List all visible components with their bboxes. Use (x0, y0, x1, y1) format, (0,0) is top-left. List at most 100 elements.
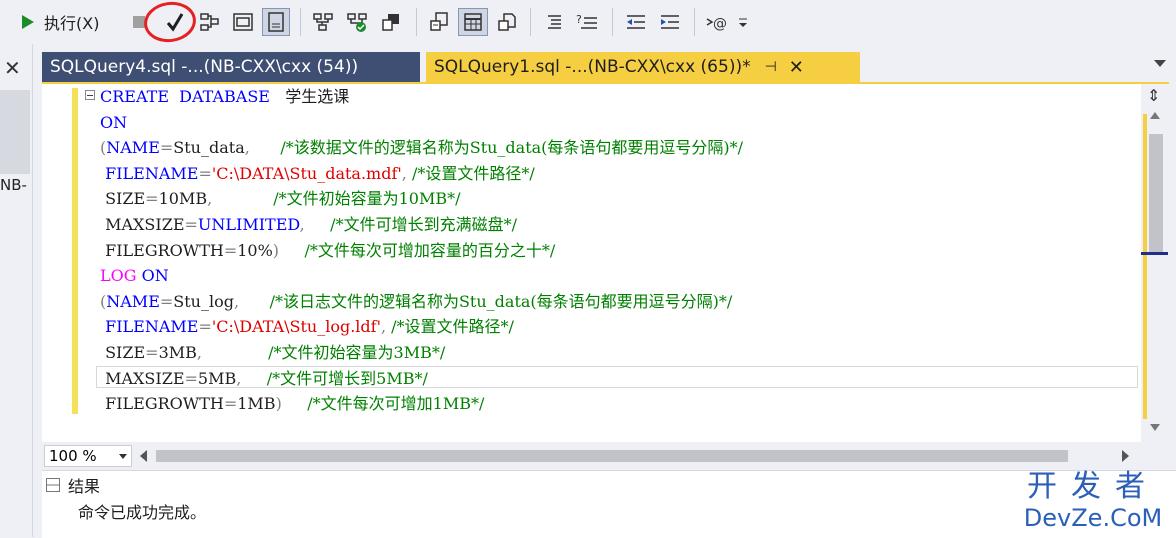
code-token: /*文件每次可增加容量的百分之十*/ (279, 240, 556, 260)
code-token: FILENAME (100, 163, 199, 183)
uncomment-button[interactable]: ? (574, 8, 600, 36)
scroll-down-icon[interactable] (1150, 424, 1160, 431)
code-line[interactable]: SIZE=10MB, /*文件初始容量为10MB*/ (100, 186, 743, 212)
zoom-select[interactable]: 100 % (44, 445, 132, 467)
code-line[interactable]: CREATE DATABASE 学生选课 (100, 84, 743, 110)
pin-icon[interactable]: ⊣ (765, 59, 777, 75)
close-icon[interactable]: ✕ (4, 56, 21, 80)
tab-label: SQLQuery4.sql -...(NB-CXX\cxx (54)) (50, 57, 359, 77)
tab-list-dropdown-icon[interactable] (1154, 60, 1166, 67)
uncomment-icon: ? (576, 13, 597, 29)
tab-sqlquery4[interactable]: SQLQuery4.sql -...(NB-CXX\cxx (54)) (42, 52, 420, 82)
specify-values-icon: @ (706, 16, 727, 32)
code-token: ON (141, 266, 169, 286)
editor-vertical-scrollbar[interactable]: ⇕ (1141, 84, 1168, 442)
tab-label: SQLQuery1.sql -...(NB-CXX\cxx (65))* (434, 57, 751, 77)
results-to-grid-icon (464, 13, 482, 31)
increase-indent-button[interactable] (656, 8, 684, 36)
live-stats-icon (347, 13, 367, 32)
code-line[interactable]: FILENAME='C:\DATA\Stu_data.mdf', /*设置文件路… (100, 161, 743, 187)
play-icon (22, 15, 34, 29)
code-token: /*文件可增长到5MB*/ (241, 368, 428, 388)
code-token: SIZE (100, 189, 146, 209)
code-token: = (159, 291, 174, 311)
decrease-indent-button[interactable] (622, 8, 650, 36)
results-tab[interactable]: 结果 (46, 473, 100, 497)
split-window-icon[interactable]: ⇕ (1147, 86, 1160, 105)
change-tracking-margin (70, 84, 80, 414)
scroll-right-icon[interactable] (1122, 450, 1129, 462)
code-token: 学生选课 (269, 87, 350, 106)
code-line[interactable]: FILEGROWTH=10%) /*文件每次可增加容量的百分之十*/ (100, 238, 743, 264)
watermark-line2: DevZe.CoM (1023, 504, 1163, 532)
code-token: ON (100, 112, 128, 132)
vertical-scroll-thumb[interactable] (1149, 134, 1163, 254)
live-query-statistics-button[interactable] (344, 8, 370, 36)
code-token: MAXSIZE (100, 368, 185, 388)
code-line[interactable]: (NAME=Stu_log, /*该日志文件的逻辑名称为Stu_data(每条语… (100, 289, 743, 315)
code-token: 10MB (158, 189, 208, 209)
results-grid-icon (46, 478, 60, 492)
chevron-down-icon (119, 454, 127, 459)
results-to-grid-button[interactable] (262, 8, 290, 36)
scroll-up-icon[interactable] (1150, 112, 1160, 119)
code-token: SIZE (100, 342, 146, 362)
display-plan-icon (200, 13, 219, 31)
code-line[interactable]: (NAME=Stu_data, /*该数据文件的逻辑名称为Stu_data(每条… (100, 135, 743, 161)
server-node-label[interactable]: NB- (0, 176, 27, 194)
collapse-outline-icon[interactable] (85, 90, 95, 100)
code-token: FILEGROWTH (100, 394, 224, 414)
scroll-left-icon[interactable] (140, 450, 147, 462)
code-token: NAME (106, 291, 160, 311)
comment-out-button[interactable] (540, 8, 566, 36)
sql-editor-toolbar: 执行(X) ? @ (0, 0, 1176, 46)
sql-code[interactable]: CREATE DATABASE 学生选课 ON (NAME=Stu_data, /*… (100, 84, 743, 417)
code-token: /*该日志文件的逻辑名称为Stu_data(每条语句都要用逗号分隔)*/ (239, 291, 733, 311)
change-overview-bar (1143, 114, 1147, 419)
object-explorer-selection (0, 90, 30, 174)
code-token: NAME (106, 138, 160, 158)
results-pane: 结果 命令已成功完成。 (42, 470, 1176, 538)
display-estimated-plan-button[interactable] (198, 8, 222, 36)
toolbar-overflow-button[interactable] (736, 8, 750, 36)
code-token: = (223, 240, 238, 260)
code-line[interactable]: SIZE=3MB, /*文件初始容量为3MB*/ (100, 340, 743, 366)
execute-button[interactable]: 执行(X) (22, 8, 122, 36)
results-grid-button[interactable] (458, 8, 488, 36)
changed-lines-marker (72, 88, 78, 414)
results-to-grid-icon (268, 12, 284, 32)
code-token: = (159, 138, 174, 158)
code-token: = (184, 214, 198, 234)
code-line[interactable]: LOG ON (100, 263, 743, 289)
code-token: = (223, 394, 238, 414)
horizontal-scroll-thumb[interactable] (156, 450, 1068, 462)
code-token: Stu_data (173, 138, 245, 158)
code-line[interactable]: FILEGROWTH=1MB) /*文件每次可增加1MB*/ (100, 391, 743, 417)
tab-sqlquery1[interactable]: SQLQuery1.sql -...(NB-CXX\cxx (65))* ⊣ ✕ (426, 52, 860, 82)
decrease-indent-icon (627, 15, 645, 29)
results-to-text-button[interactable] (426, 8, 452, 36)
caret-position-marker (1141, 252, 1168, 255)
code-line[interactable]: MAXSIZE=5MB, /*文件可增长到5MB*/ (100, 366, 743, 392)
code-line[interactable]: ON (100, 110, 743, 136)
code-token: , (401, 163, 412, 183)
specify-template-values-button[interactable]: @ (704, 8, 730, 36)
code-token: /*设置文件路径*/ (391, 317, 514, 337)
client-stats-icon (382, 14, 399, 31)
results-to-file-button[interactable] (494, 8, 520, 36)
query-editor[interactable]: CREATE DATABASE 学生选课 ON (NAME=Stu_data, /*… (42, 84, 1141, 442)
code-token: Stu_log (173, 291, 234, 311)
comment-icon (548, 15, 561, 29)
code-token: /*设置文件路径*/ (411, 163, 535, 183)
code-line[interactable]: MAXSIZE=UNLIMITED, /*文件可增长到充满磁盘*/ (100, 212, 743, 238)
code-token: MAXSIZE (100, 214, 185, 234)
close-tab-icon[interactable]: ✕ (789, 57, 804, 78)
code-line[interactable]: FILENAME='C:\DATA\Stu_log.ldf', /*设置文件路径… (100, 314, 743, 340)
client-statistics-button[interactable] (378, 8, 404, 36)
document-tabs: SQLQuery4.sql -...(NB-CXX\cxx (54)) SQLQ… (42, 52, 1176, 82)
code-token: = (145, 189, 159, 209)
code-token: FILEGROWTH (100, 240, 224, 260)
query-designer-button[interactable] (230, 8, 256, 36)
include-actual-plan-button[interactable] (310, 8, 336, 36)
